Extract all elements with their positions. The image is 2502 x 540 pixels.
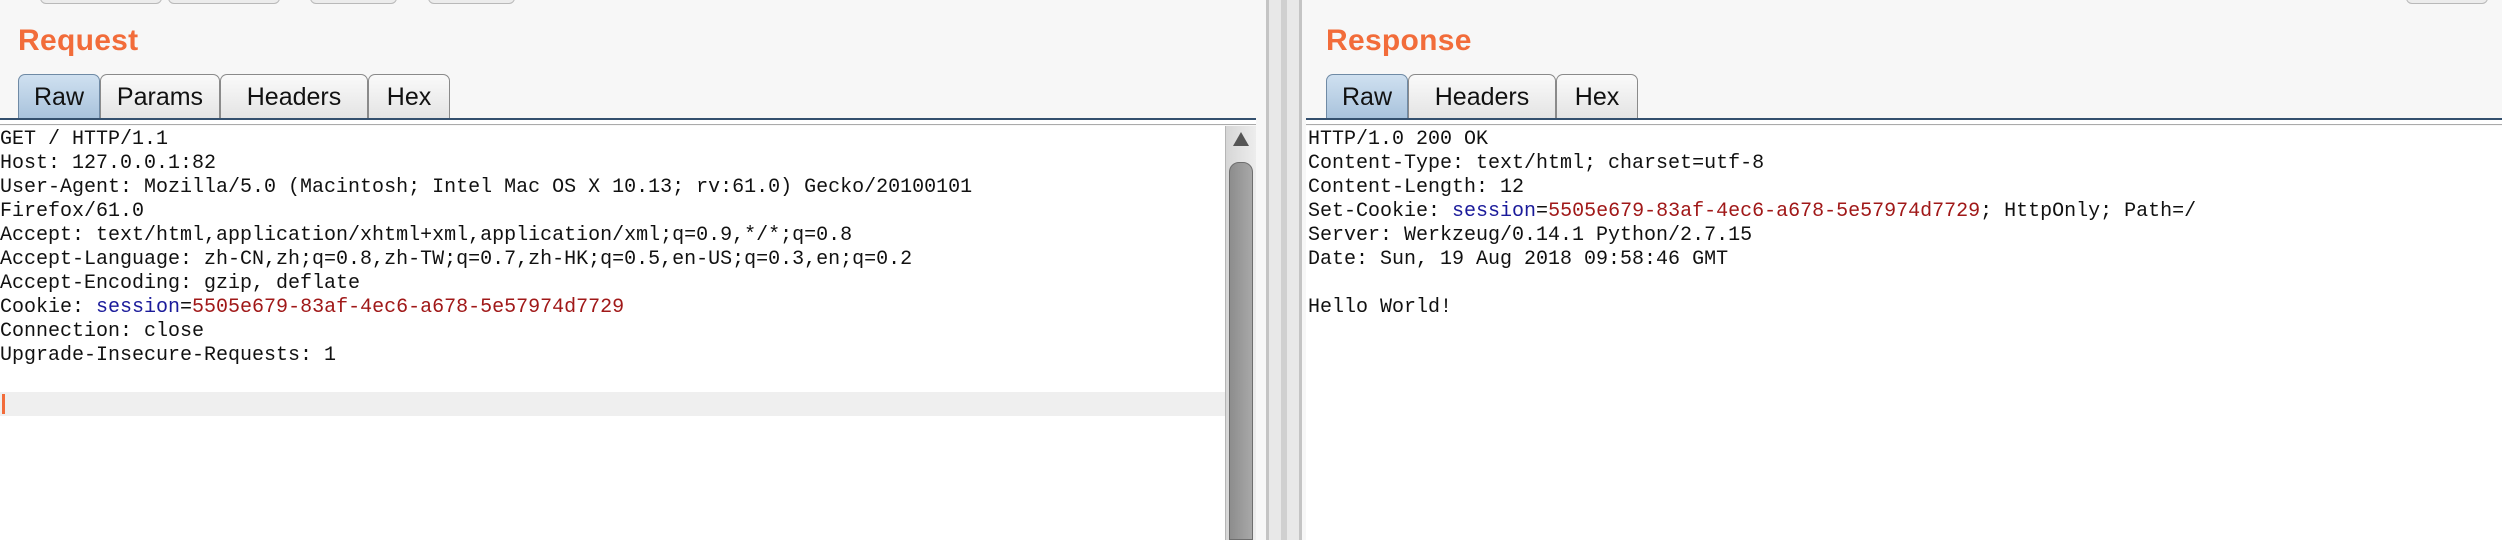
request-tab-params[interactable]: Params <box>100 74 220 118</box>
text-line: Server: Werkzeug/0.14.1 Python/2.7.15 <box>1308 224 2196 248</box>
top-tab-stub <box>2406 0 2488 4</box>
text-line: Accept-Language: zh-CN,zh;q=0.8,zh-TW;q=… <box>0 248 972 272</box>
request-tab-underline <box>0 118 1256 125</box>
response-tab-underline <box>1306 118 2502 125</box>
text-segment: Firefox/61.0 <box>0 200 145 223</box>
text-segment: Accept-Language: zh-CN,zh;q=0.8,zh-TW;q=… <box>0 248 913 271</box>
text-line <box>0 392 972 416</box>
response-title: Response <box>1326 24 1472 57</box>
text-line: Hello World! <box>1308 296 2196 320</box>
text-segment: Content-Type: text/html; charset=utf-8 <box>1308 152 1765 175</box>
request-tab-raw[interactable]: Raw <box>18 74 100 118</box>
text-segment: HTTP/1.0 200 OK <box>1308 128 1489 151</box>
text-segment: Upgrade-Insecure-Requests: 1 <box>0 344 337 367</box>
text-line: Date: Sun, 19 Aug 2018 09:58:46 GMT <box>1308 248 2196 272</box>
text-line <box>1308 272 2196 296</box>
top-tab-stub <box>310 0 397 4</box>
text-segment: Cookie: <box>0 296 97 319</box>
request-tab-hex[interactable]: Hex <box>368 74 450 118</box>
request-panel: Request Raw Params Headers Hex GET / HTT… <box>0 0 1256 540</box>
scroll-up-arrow-icon[interactable] <box>1233 132 1249 146</box>
response-editor[interactable]: HTTP/1.0 200 OK Content-Type: text/html; … <box>1306 126 2502 540</box>
text-line: GET / HTTP/1.1 <box>0 128 972 152</box>
text-line: User-Agent: Mozilla/5.0 (Macintosh; Inte… <box>0 176 972 200</box>
text-line: Host: 127.0.0.1:82 <box>0 152 972 176</box>
text-line: Connection: close <box>0 320 972 344</box>
text-segment: Server: Werkzeug/0.14.1 Python/2.7.15 <box>1308 224 1753 247</box>
text-line: Firefox/61.0 <box>0 200 972 224</box>
text-line: Cookie: session=5505e679-83af-4ec6-a678-… <box>0 296 972 320</box>
text-line: Set-Cookie: session=5505e679-83af-4ec6-a… <box>1308 200 2196 224</box>
response-raw-text[interactable]: HTTP/1.0 200 OK Content-Type: text/html; … <box>1308 128 2196 320</box>
text-segment: Accept-Encoding: gzip, deflate <box>0 272 361 295</box>
request-title: Request <box>18 24 139 57</box>
top-tab-stub <box>40 0 162 4</box>
text-segment: ; HttpOnly; Path=/ <box>1980 200 2197 223</box>
top-tab-stub <box>168 0 280 4</box>
response-panel: Response Raw Headers Hex HTTP/1.0 200 OK… <box>1306 0 2502 540</box>
text-line: Accept: text/html,application/xhtml+xml,… <box>0 224 972 248</box>
cookie-name: session <box>1452 200 1537 223</box>
cookie-name: session <box>96 296 181 319</box>
pane-splitter[interactable] <box>1266 0 1302 540</box>
request-scrollbar[interactable] <box>1225 126 1256 540</box>
text-line: Content-Length: 12 <box>1308 176 2196 200</box>
splitter-grip[interactable] <box>1281 0 1287 540</box>
text-line: Upgrade-Insecure-Requests: 1 <box>0 344 972 368</box>
text-segment: Hello World! <box>1308 296 1453 319</box>
response-tab-hex[interactable]: Hex <box>1556 74 1638 118</box>
text-segment: Date: Sun, 19 Aug 2018 09:58:46 GMT <box>1308 248 1729 271</box>
text-segment: Host: 127.0.0.1:82 <box>0 152 217 175</box>
text-segment: GET / HTTP/1.1 <box>0 128 169 151</box>
request-editor[interactable]: GET / HTTP/1.1 Host: 127.0.0.1:82 User-Age… <box>0 126 1226 540</box>
response-tab-raw[interactable]: Raw <box>1326 74 1408 118</box>
response-tab-headers[interactable]: Headers <box>1408 74 1556 118</box>
top-tab-stub <box>428 0 515 4</box>
text-line: Content-Type: text/html; charset=utf-8 <box>1308 152 2196 176</box>
text-line <box>0 368 972 392</box>
text-segment: Content-Length: 12 <box>1308 176 1525 199</box>
text-segment: = <box>180 296 193 319</box>
text-segment: Accept: text/html,application/xhtml+xml,… <box>0 224 853 247</box>
text-segment: User-Agent: Mozilla/5.0 (Macintosh; Inte… <box>0 176 973 199</box>
text-line: HTTP/1.0 200 OK <box>1308 128 2196 152</box>
text-segment: Set-Cookie: <box>1308 200 1453 223</box>
request-tab-headers[interactable]: Headers <box>220 74 368 118</box>
text-segment: Connection: close <box>0 320 205 343</box>
cookie-value: 5505e679-83af-4ec6-a678-5e57974d7729 <box>1548 200 1981 223</box>
request-raw-text[interactable]: GET / HTTP/1.1 Host: 127.0.0.1:82 User-Age… <box>0 128 972 416</box>
scroll-thumb[interactable] <box>1229 162 1253 540</box>
text-segment: = <box>1536 200 1549 223</box>
cookie-value: 5505e679-83af-4ec6-a678-5e57974d7729 <box>192 296 625 319</box>
text-line: Accept-Encoding: gzip, deflate <box>0 272 972 296</box>
